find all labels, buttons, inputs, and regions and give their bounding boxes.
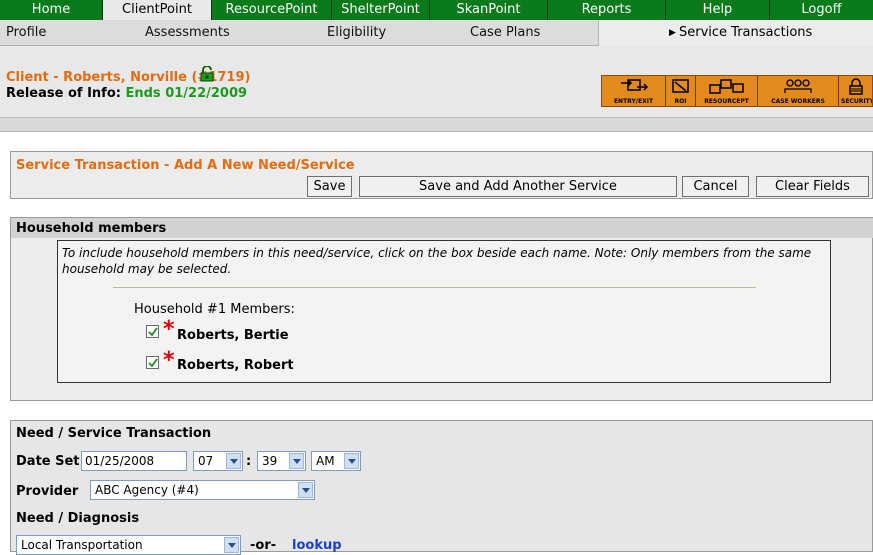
roi-label-icon: ROI	[674, 98, 687, 105]
entry-exit-button[interactable]: ENTRY/EXIT	[602, 76, 666, 106]
tab-clientpoint[interactable]: ClientPoint	[103, 0, 212, 20]
or-text: -or-	[250, 538, 277, 553]
lock-icon[interactable]	[200, 65, 214, 82]
ampm-value: AM	[316, 454, 335, 468]
security-icon	[848, 78, 863, 95]
case-workers-label: CASE WORKERS	[771, 98, 825, 105]
entry-exit-icon	[620, 79, 648, 91]
date-set-input[interactable]: 01/25/2008	[81, 451, 187, 471]
provider-select[interactable]: ABC Agency (#4)	[90, 480, 315, 500]
clear-fields-button[interactable]: Clear Fields	[756, 176, 869, 197]
case-workers-icon	[784, 79, 812, 93]
time-separator: :	[246, 454, 252, 469]
tab-logoff[interactable]: Logoff	[770, 0, 873, 20]
resourcept-button[interactable]: RESOURCEPT	[696, 76, 758, 106]
tab-skanpoint[interactable]: SkanPoint	[430, 0, 548, 20]
need-diagnosis-label: Need / Diagnosis	[16, 511, 140, 526]
top-nav: Home ClientPoint ResourcePoint ShelterPo…	[0, 0, 873, 20]
hour-select[interactable]: 07	[193, 451, 243, 471]
household-divider	[113, 287, 756, 288]
case-workers-button[interactable]: CASE WORKERS	[758, 76, 839, 106]
member-checkbox-bertie[interactable]	[146, 325, 159, 338]
save-add-another-button[interactable]: Save and Add Another Service	[359, 176, 677, 197]
subtab-service-transactions-label: Service Transactions	[679, 25, 813, 40]
resourcept-icon	[708, 79, 744, 94]
cancel-button[interactable]: Cancel	[682, 176, 749, 197]
need-service-title: Need / Service Transaction	[16, 426, 212, 441]
need-diagnosis-value: Local Transportation	[21, 538, 143, 552]
hour-value: 07	[198, 454, 214, 468]
resourcept-label: RESOURCEPT	[704, 98, 749, 105]
security-button[interactable]: SECURITY	[839, 76, 872, 106]
tab-resourcepoint[interactable]: ResourcePoint	[212, 0, 332, 20]
provider-label: Provider	[16, 484, 79, 499]
need-diagnosis-select[interactable]: Local Transportation	[16, 535, 241, 555]
lookup-link[interactable]: lookup	[292, 538, 342, 553]
release-of-info: Release of Info: Ends 01/22/2009	[6, 86, 247, 101]
subtab-profile[interactable]: Profile	[6, 20, 46, 46]
arrow-right-icon: ▶	[669, 28, 676, 38]
household-group-label: Household #1 Members:	[134, 302, 295, 317]
household-title: Household members	[16, 221, 167, 236]
member-name-robert: Roberts, Robert	[177, 358, 294, 373]
tab-reports[interactable]: Reports	[548, 0, 666, 20]
subtab-case-plans[interactable]: Case Plans	[470, 20, 540, 46]
member-name-bertie: Roberts, Bertie	[177, 328, 289, 343]
check-icon	[148, 358, 158, 368]
household-note: To include household members in this nee…	[62, 246, 812, 276]
service-transaction-title: Service Transaction - Add A New Need/Ser…	[16, 158, 355, 173]
minute-select[interactable]: 39	[257, 451, 306, 471]
chevron-down-icon	[298, 482, 313, 498]
chevron-down-icon	[289, 453, 304, 469]
ampm-select[interactable]: AM	[311, 451, 361, 471]
tab-help[interactable]: Help	[666, 0, 770, 20]
required-star-icon: *	[163, 348, 175, 373]
date-set-label: Date Set	[16, 454, 80, 469]
chevron-down-icon	[224, 537, 239, 553]
subtab-service-transactions[interactable]: ▶ Service Transactions	[598, 20, 873, 46]
check-icon	[148, 327, 158, 337]
subtab-eligibility[interactable]: Eligibility	[327, 20, 386, 46]
subtab-assessments[interactable]: Assessments	[145, 20, 230, 46]
tab-home[interactable]: Home	[0, 0, 103, 20]
required-star-icon: *	[163, 317, 175, 342]
provider-value: ABC Agency (#4)	[95, 483, 199, 497]
tab-shelterpoint[interactable]: ShelterPoint	[332, 0, 430, 20]
save-button[interactable]: Save	[307, 176, 352, 197]
roi-value: Ends 01/22/2009	[125, 86, 248, 101]
entry-exit-label: ENTRY/EXIT	[613, 98, 654, 105]
divider-bar	[0, 118, 873, 132]
roi-button[interactable]: ROI	[666, 76, 696, 106]
member-checkbox-robert[interactable]	[146, 356, 159, 369]
roi-label: Release of Info:	[6, 86, 121, 101]
minute-value: 39	[262, 454, 278, 468]
chevron-down-icon	[344, 453, 359, 469]
client-icon-toolbar: ENTRY/EXIT ROI RESOURCEPT CASE WORKERS S…	[601, 75, 873, 107]
roi-icon	[671, 79, 689, 93]
chevron-down-icon	[226, 453, 241, 469]
sub-nav: Profile Assessments Eligibility Case Pla…	[0, 20, 873, 46]
security-label: SECURITY	[841, 98, 872, 105]
